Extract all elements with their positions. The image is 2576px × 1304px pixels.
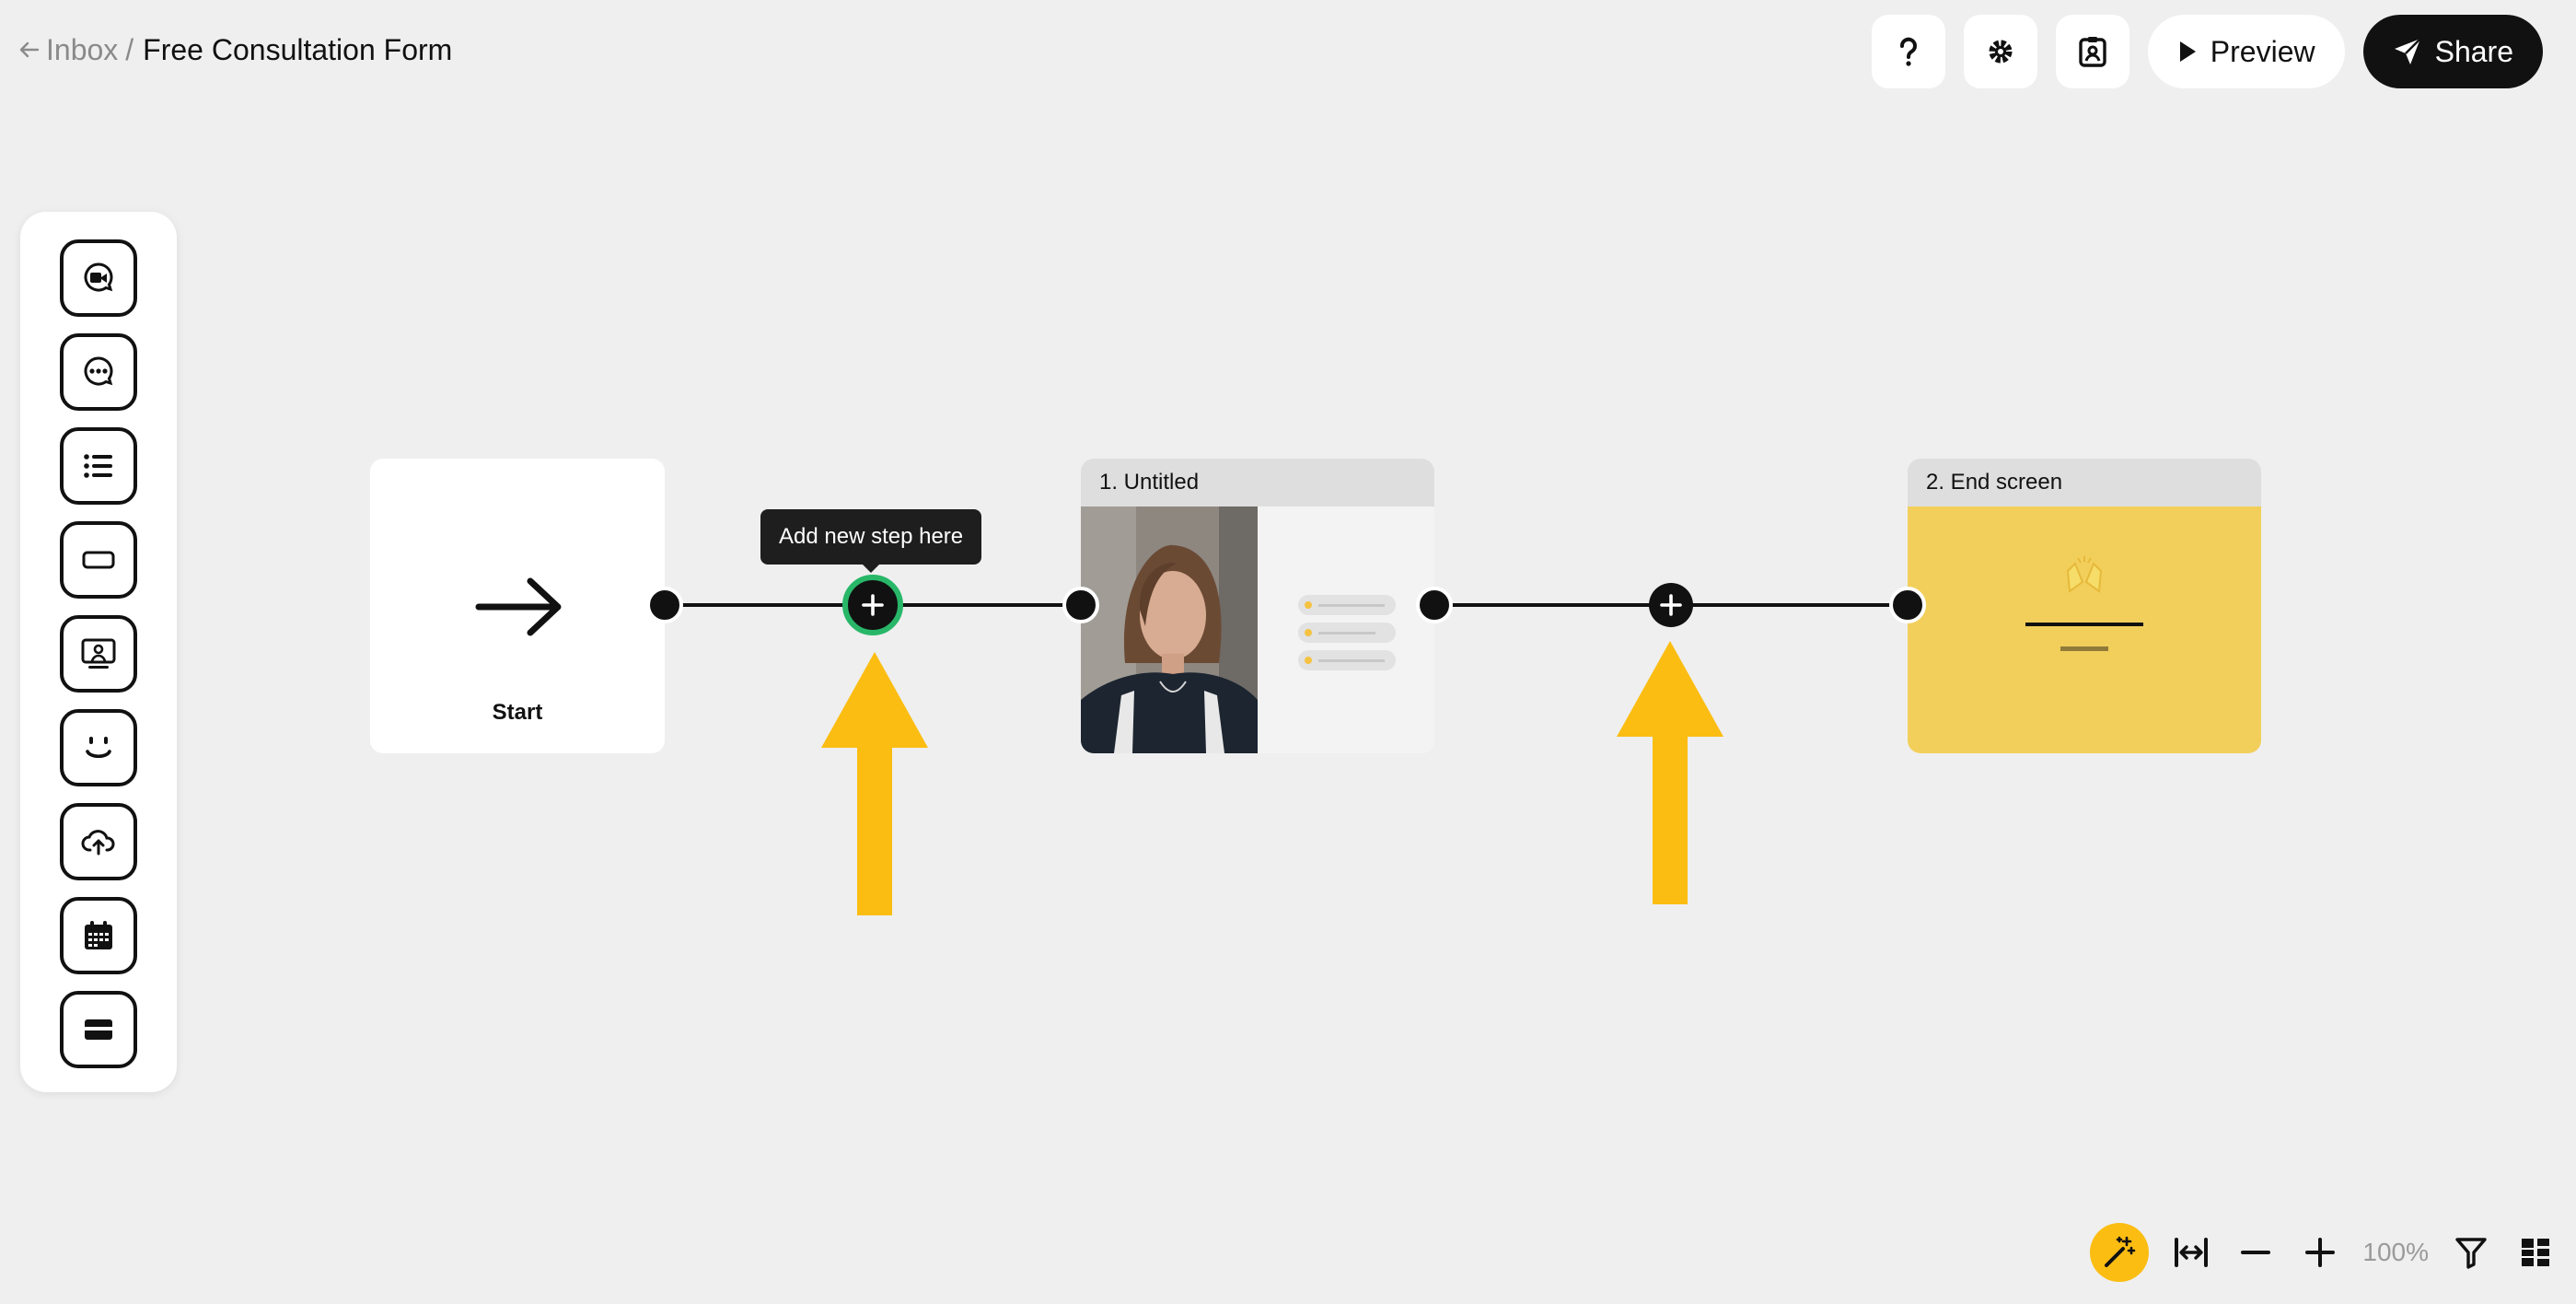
- chat-step-tool[interactable]: [60, 333, 137, 411]
- screen-presenter-icon: [81, 638, 116, 669]
- breadcrumb-separator: /: [125, 32, 134, 66]
- magic-button[interactable]: [2090, 1223, 2150, 1282]
- button-step-tool[interactable]: [60, 521, 137, 599]
- end-screen-subtitle-line: [2060, 646, 2108, 651]
- annotation-arrow-up: [821, 652, 928, 915]
- presenter-image: [1081, 506, 1258, 753]
- calendar-tool[interactable]: [60, 897, 137, 974]
- add-step-button[interactable]: [1649, 583, 1693, 627]
- grid-layout-icon: [2522, 1239, 2549, 1266]
- preview-label: Preview: [2210, 34, 2315, 68]
- end-screen-title-line: [2025, 623, 2143, 626]
- zoom-out-button[interactable]: [2234, 1230, 2278, 1275]
- magic-wand-icon: [2105, 1236, 2136, 1267]
- end-screen-preview: [1908, 506, 2261, 753]
- list-icon: [84, 454, 112, 478]
- send-icon: [2394, 38, 2421, 64]
- tooltip-text: Add new step here: [779, 524, 964, 549]
- add-step-tooltip: Add new step here: [760, 509, 982, 573]
- video-message-icon: [84, 262, 113, 292]
- contact-card-icon: [2079, 37, 2106, 67]
- arrow-right-icon: [475, 577, 562, 636]
- step-card-untitled[interactable]: 1. Untitled: [1081, 459, 1434, 753]
- step-type-toolbar: [20, 212, 177, 1092]
- preview-button[interactable]: Preview: [2147, 15, 2345, 88]
- filter-icon: [2455, 1238, 2487, 1269]
- add-step-button[interactable]: [842, 575, 903, 635]
- cloud-upload-icon: [81, 830, 115, 856]
- chat-bubble-icon: [84, 356, 113, 386]
- step1-input-handle[interactable]: [1062, 587, 1099, 623]
- step-card-end-screen[interactable]: 2. End screen: [1908, 459, 2261, 753]
- video-step-tool[interactable]: [60, 239, 137, 317]
- choices-preview: [1258, 506, 1434, 753]
- start-node[interactable]: Start: [370, 459, 665, 753]
- annotation-arrow-up: [1617, 641, 1723, 904]
- payment-tool[interactable]: [60, 991, 137, 1068]
- plus-icon: [862, 594, 884, 616]
- minus-icon: [2241, 1251, 2271, 1254]
- layout-button[interactable]: [2513, 1230, 2558, 1275]
- choice-placeholder: [1298, 595, 1396, 615]
- smiley-face-icon: [86, 737, 111, 759]
- plus-icon: [1660, 594, 1682, 616]
- credit-card-icon: [85, 1019, 112, 1040]
- nps-rating-tool[interactable]: [60, 709, 137, 786]
- file-upload-tool[interactable]: [60, 803, 137, 880]
- step-title: 1. Untitled: [1099, 470, 1200, 495]
- page-title: Free Consultation Form: [143, 32, 453, 66]
- step1-output-handle[interactable]: [1416, 587, 1453, 623]
- breadcrumb-parent: Inbox: [46, 32, 119, 66]
- choice-placeholder: [1298, 650, 1396, 670]
- screen-record-tool[interactable]: [60, 615, 137, 693]
- question-mark-icon: [1899, 37, 1917, 66]
- breadcrumb: Inbox / Free Consultation Form: [18, 29, 452, 70]
- help-button[interactable]: [1871, 15, 1945, 88]
- zoom-in-button[interactable]: [2298, 1230, 2342, 1275]
- top-actions: Preview Share: [1871, 15, 2543, 88]
- start-output-handle[interactable]: [646, 587, 683, 623]
- step-card-header: 2. End screen: [1908, 459, 2261, 506]
- arrow-left-icon: [19, 41, 40, 58]
- celebration-hands-icon: [2066, 556, 2103, 593]
- zoom-level: 100%: [2362, 1238, 2429, 1266]
- contact-button[interactable]: [2055, 15, 2129, 88]
- start-label: Start: [492, 700, 543, 725]
- settings-button[interactable]: [1963, 15, 2037, 88]
- share-label: Share: [2434, 34, 2513, 68]
- share-button[interactable]: Share: [2362, 15, 2543, 88]
- fit-to-width-button[interactable]: [2169, 1230, 2213, 1275]
- plus-icon: [2305, 1238, 2336, 1267]
- video-thumbnail: [1081, 506, 1258, 753]
- multiple-choice-tool[interactable]: [60, 427, 137, 505]
- fit-width-icon: [2175, 1238, 2209, 1267]
- play-icon: [2179, 41, 2196, 62]
- filter-button[interactable]: [2449, 1230, 2493, 1275]
- step2-input-handle[interactable]: [1889, 587, 1926, 623]
- step-title: 2. End screen: [1926, 470, 2063, 495]
- gear-icon: [1989, 40, 2013, 64]
- step-card-header: 1. Untitled: [1081, 459, 1434, 506]
- calendar-icon: [85, 921, 112, 949]
- button-rectangle-icon: [82, 551, 115, 569]
- canvas-controls: 100%: [2090, 1219, 2558, 1286]
- back-to-inbox-link[interactable]: Inbox: [18, 33, 118, 67]
- choice-placeholder: [1298, 623, 1396, 643]
